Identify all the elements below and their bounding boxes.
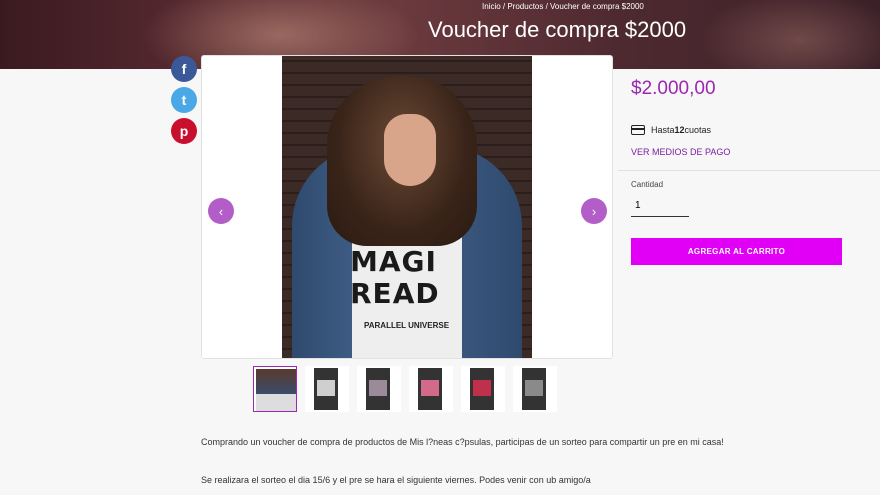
shirt-print-small: PARALLEL UNIVERSE bbox=[364, 321, 450, 330]
description-paragraph: Comprando un voucher de compra de produc… bbox=[201, 437, 724, 447]
pinterest-share-icon[interactable]: p bbox=[171, 118, 197, 144]
photo-face bbox=[384, 114, 436, 186]
twitter-share-icon[interactable]: t bbox=[171, 87, 197, 113]
thumbnail-art bbox=[525, 380, 543, 396]
thumbnail-strip bbox=[253, 366, 565, 412]
thumbnail-art bbox=[421, 380, 439, 396]
thumbnail[interactable] bbox=[305, 366, 349, 412]
installments-prefix: Hasta bbox=[651, 125, 675, 135]
credit-card-icon bbox=[631, 125, 645, 135]
quantity-label: Cantidad bbox=[631, 180, 664, 189]
description-paragraph: Se realizara el sorteo el dia 15/6 y el … bbox=[201, 475, 591, 485]
thumbnail[interactable] bbox=[253, 366, 297, 412]
add-to-cart-button[interactable]: AGREGAR AL CARRITO bbox=[631, 238, 842, 265]
prev-arrow-icon[interactable]: ‹ bbox=[208, 198, 234, 224]
thumbnail-art bbox=[369, 380, 387, 396]
payment-methods-link[interactable]: VER MEDIOS DE PAGO bbox=[631, 147, 730, 157]
thumbnail[interactable] bbox=[461, 366, 505, 412]
facebook-share-icon[interactable]: f bbox=[171, 56, 197, 82]
next-arrow-icon[interactable]: › bbox=[581, 198, 607, 224]
thumbnail-art bbox=[317, 380, 335, 396]
thumbnail-art bbox=[473, 380, 491, 396]
thumbnail[interactable] bbox=[357, 366, 401, 412]
page-title: Voucher de compra $2000 bbox=[428, 17, 687, 42]
thumbnail[interactable] bbox=[409, 366, 453, 412]
product-price: $2.000,00 bbox=[631, 78, 716, 99]
breadcrumb[interactable]: Inicio / Productos / Voucher de compra $… bbox=[482, 2, 644, 11]
installments-suffix: cuotas bbox=[684, 125, 712, 135]
thumbnail-image bbox=[256, 369, 296, 411]
product-photo[interactable]: MAGI READ PARALLEL UNIVERSE bbox=[282, 56, 532, 358]
product-gallery: MAGI READ PARALLEL UNIVERSE ‹ › bbox=[201, 55, 613, 359]
shirt-print: MAGI READ bbox=[350, 245, 440, 310]
installments-count: 12 bbox=[674, 125, 685, 135]
thumbnail[interactable] bbox=[513, 366, 557, 412]
divider bbox=[618, 170, 880, 171]
quantity-input[interactable] bbox=[631, 195, 689, 217]
installments-info: Hasta 12 cuotas bbox=[631, 125, 711, 135]
